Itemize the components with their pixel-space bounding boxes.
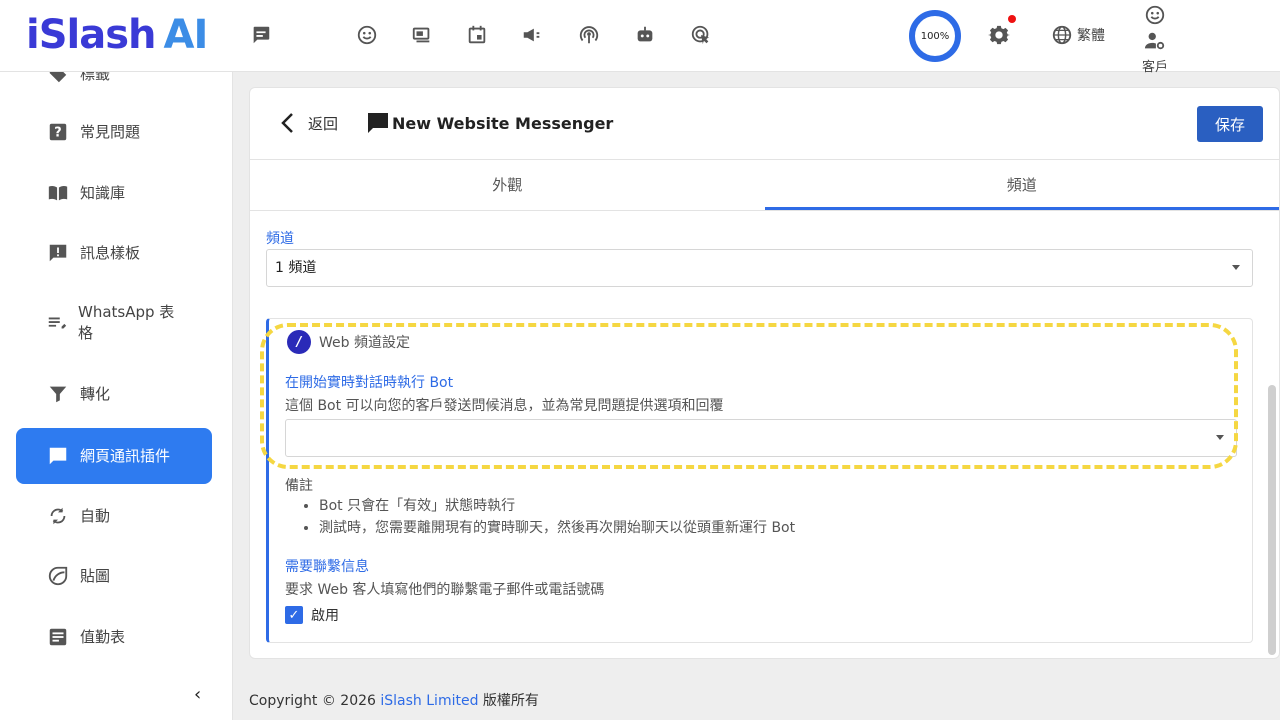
tab-channel[interactable]: 頻道 (764, 160, 1279, 210)
chevron-left-icon (281, 113, 293, 133)
back-button[interactable]: 返回 (278, 112, 338, 134)
save-button[interactable]: 保存 (1197, 106, 1263, 142)
user-settings-icon (1140, 30, 1170, 56)
panel-header: / Web 頻道設定 (287, 330, 410, 354)
smiley-icon[interactable] (354, 22, 380, 48)
footer-brand-link[interactable]: iSlash Limited (380, 693, 478, 709)
contact-info-label: 需要聯繫信息 (285, 559, 369, 575)
media-icon[interactable] (409, 22, 435, 48)
form-edit-icon (46, 311, 68, 335)
book-icon (46, 181, 70, 205)
globe-icon (1052, 25, 1072, 45)
funnel-icon (46, 382, 70, 406)
language-selector[interactable]: 繁體 (1051, 24, 1105, 46)
sticker-icon (46, 564, 70, 588)
list-item: 測試時，您需要離開現有的實時聊天，然後再次開始聊天以從頭重新運行 Bot (319, 517, 795, 539)
usage-progress-ring[interactable]: 100% (909, 10, 961, 62)
list-doc-icon (46, 625, 70, 649)
chat-icon (46, 444, 70, 468)
list-item: Bot 只會在「有效」狀態時執行 (319, 495, 795, 517)
contact-info-description: 要求 Web 客人填寫他們的聯繫電子郵件或電話號碼 (285, 582, 605, 598)
sync-icon (46, 504, 70, 528)
sidebar-item-roster[interactable]: 值勤表 (16, 609, 212, 665)
user-label: 客戶 (1141, 60, 1168, 75)
user-menu[interactable]: 客戶 (1140, 4, 1170, 75)
broadcast-icon[interactable] (576, 22, 602, 48)
chat-icon (368, 113, 388, 133)
sidebar-collapse-button[interactable]: ‹ (194, 684, 201, 705)
sidebar-item-message-templates[interactable]: 訊息樣板 (16, 225, 212, 281)
sidebar-item-knowledge-base[interactable]: 知識庫 (16, 165, 212, 221)
checkbox-checked-icon[interactable]: ✓ (285, 606, 303, 624)
calendar-icon[interactable] (464, 22, 490, 48)
smiley-icon (1140, 4, 1170, 30)
page-title: New Website Messenger (366, 112, 613, 134)
sidebar-item-stickers[interactable]: 貼圖 (16, 548, 212, 604)
sidebar-item-whatsapp-forms[interactable]: WhatsApp 表格 (16, 295, 176, 351)
sidebar: 標籤 ? 常見問題 知識庫 訊息樣板 WhatsApp 表格 轉化 網頁通訊插件… (0, 72, 233, 720)
tab-bar: 外觀 頻道 (250, 160, 1279, 211)
logo[interactable]: iSlash AI (26, 12, 208, 58)
card-header: 返回 New Website Messenger 保存 (250, 88, 1279, 160)
notification-dot (1008, 15, 1016, 23)
megaphone-icon[interactable] (519, 22, 545, 48)
top-bar: iSlash AI 100% 繁體 客戶 (0, 0, 1280, 75)
question-icon: ? (46, 120, 70, 144)
tag-icon (46, 72, 70, 86)
gear-icon[interactable] (986, 22, 1012, 48)
main-card: 返回 New Website Messenger 保存 外觀 頻道 頻道 1 頻… (249, 87, 1280, 659)
sidebar-item-faq[interactable]: ? 常見問題 (16, 104, 212, 160)
language-label: 繁體 (1077, 28, 1105, 44)
note-list: Bot 只會在「有效」狀態時執行 測試時，您需要離開現有的實時聊天，然後再次開始… (301, 495, 795, 539)
bot-label: 在開始實時對話時執行 Bot (285, 375, 454, 391)
sidebar-item-conversion[interactable]: 轉化 (16, 366, 212, 422)
target-click-icon[interactable] (688, 22, 714, 48)
channel-select[interactable]: 1 頻道 (266, 249, 1253, 287)
svg-text:?: ? (54, 126, 61, 141)
page-scrollbar[interactable] (1268, 385, 1276, 655)
enable-label: 啟用 (311, 608, 339, 624)
web-channel-settings-panel: / Web 頻道設定 在開始實時對話時執行 Bot 這個 Bot 可以向您的客戶… (260, 318, 1253, 643)
caret-down-icon (1216, 435, 1224, 440)
bot-icon[interactable] (632, 22, 658, 48)
note-title: 備註 (285, 478, 313, 494)
sidebar-item-web-messenger[interactable]: 網頁通訊插件 (16, 428, 212, 484)
chat-icon[interactable] (248, 22, 274, 48)
bot-select[interactable] (285, 419, 1237, 457)
islash-logo-icon: / (287, 330, 311, 354)
channel-label: 頻道 (266, 231, 294, 247)
tab-appearance[interactable]: 外觀 (250, 160, 765, 210)
alert-message-icon (46, 241, 70, 265)
sidebar-item-tags[interactable]: 標籤 (16, 72, 212, 102)
caret-down-icon (1232, 265, 1240, 270)
back-label: 返回 (308, 114, 339, 133)
bot-description: 這個 Bot 可以向您的客戶發送問候消息，並為常見問題提供選項和回覆 (285, 398, 724, 414)
footer: Copyright © 2026 iSlash Limited 版權所有 (249, 693, 539, 709)
enable-checkbox-row[interactable]: ✓ 啟用 (285, 605, 339, 625)
sidebar-item-automation[interactable]: 自動 (16, 488, 212, 544)
